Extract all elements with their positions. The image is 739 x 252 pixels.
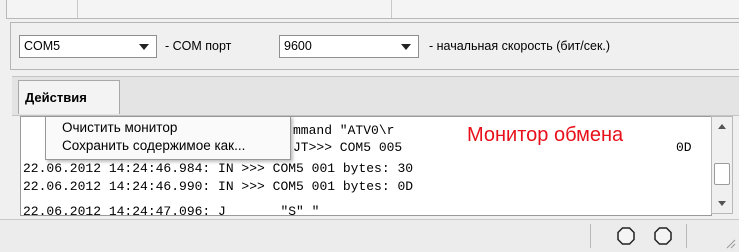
com-port-value: COM5 (24, 39, 61, 53)
annotation-label: Монитор обмена (460, 120, 666, 154)
top-panel (6, 0, 739, 19)
menu-item-save-as[interactable]: Сохранить содержимое как... (62, 138, 245, 153)
octagon-icon (654, 227, 672, 245)
annotation-text: Монитор обмена (467, 124, 624, 146)
chevron-down-icon[interactable] (139, 44, 149, 50)
log-line: 22.06.2012 14:24:46.984: IN >>> COM5 001… (23, 161, 414, 176)
scroll-up-icon[interactable] (718, 124, 726, 129)
port-settings-panel: COM5 - COM порт 9600 - начальная скорост… (10, 22, 739, 70)
scroll-thumb[interactable] (714, 163, 730, 185)
monitor-scrollbar[interactable] (711, 116, 733, 214)
tab-strip: Действия (12, 76, 739, 116)
scroll-down-icon[interactable] (718, 201, 726, 206)
status-divider (686, 224, 687, 248)
baud-rate-value: 9600 (284, 39, 312, 53)
log-line: 22.06.2012 14:24:46.990: IN >>> COM5 001… (23, 179, 414, 194)
log-line: mmand "ATV0\r (293, 123, 395, 138)
status-divider (590, 224, 591, 248)
resize-grip-icon[interactable] (724, 237, 736, 249)
tab-actions[interactable]: Действия (18, 80, 120, 114)
log-line: 22.06.2012 14:24:47.096: J "S" " (23, 204, 320, 216)
menu-item-clear-monitor[interactable]: Очистить монитор (62, 120, 177, 135)
status-bar (0, 219, 739, 252)
log-line-fragment: 0D (676, 140, 692, 155)
baud-rate-label: - начальная скорость (бит/сек.) (429, 39, 611, 53)
panel-divider (77, 0, 78, 18)
context-menu: Очистить монитор Сохранить содержимое ка… (45, 116, 291, 160)
log-line: JT>>> COM5 005 (293, 140, 403, 155)
chevron-down-icon[interactable] (401, 44, 411, 50)
tab-actions-label: Действия (25, 90, 87, 105)
com-port-select[interactable]: COM5 (19, 35, 157, 58)
baud-rate-select[interactable]: 9600 (279, 35, 419, 58)
octagon-icon (617, 227, 635, 245)
com-port-label: - COM порт (165, 39, 232, 53)
panel-divider (391, 0, 392, 18)
